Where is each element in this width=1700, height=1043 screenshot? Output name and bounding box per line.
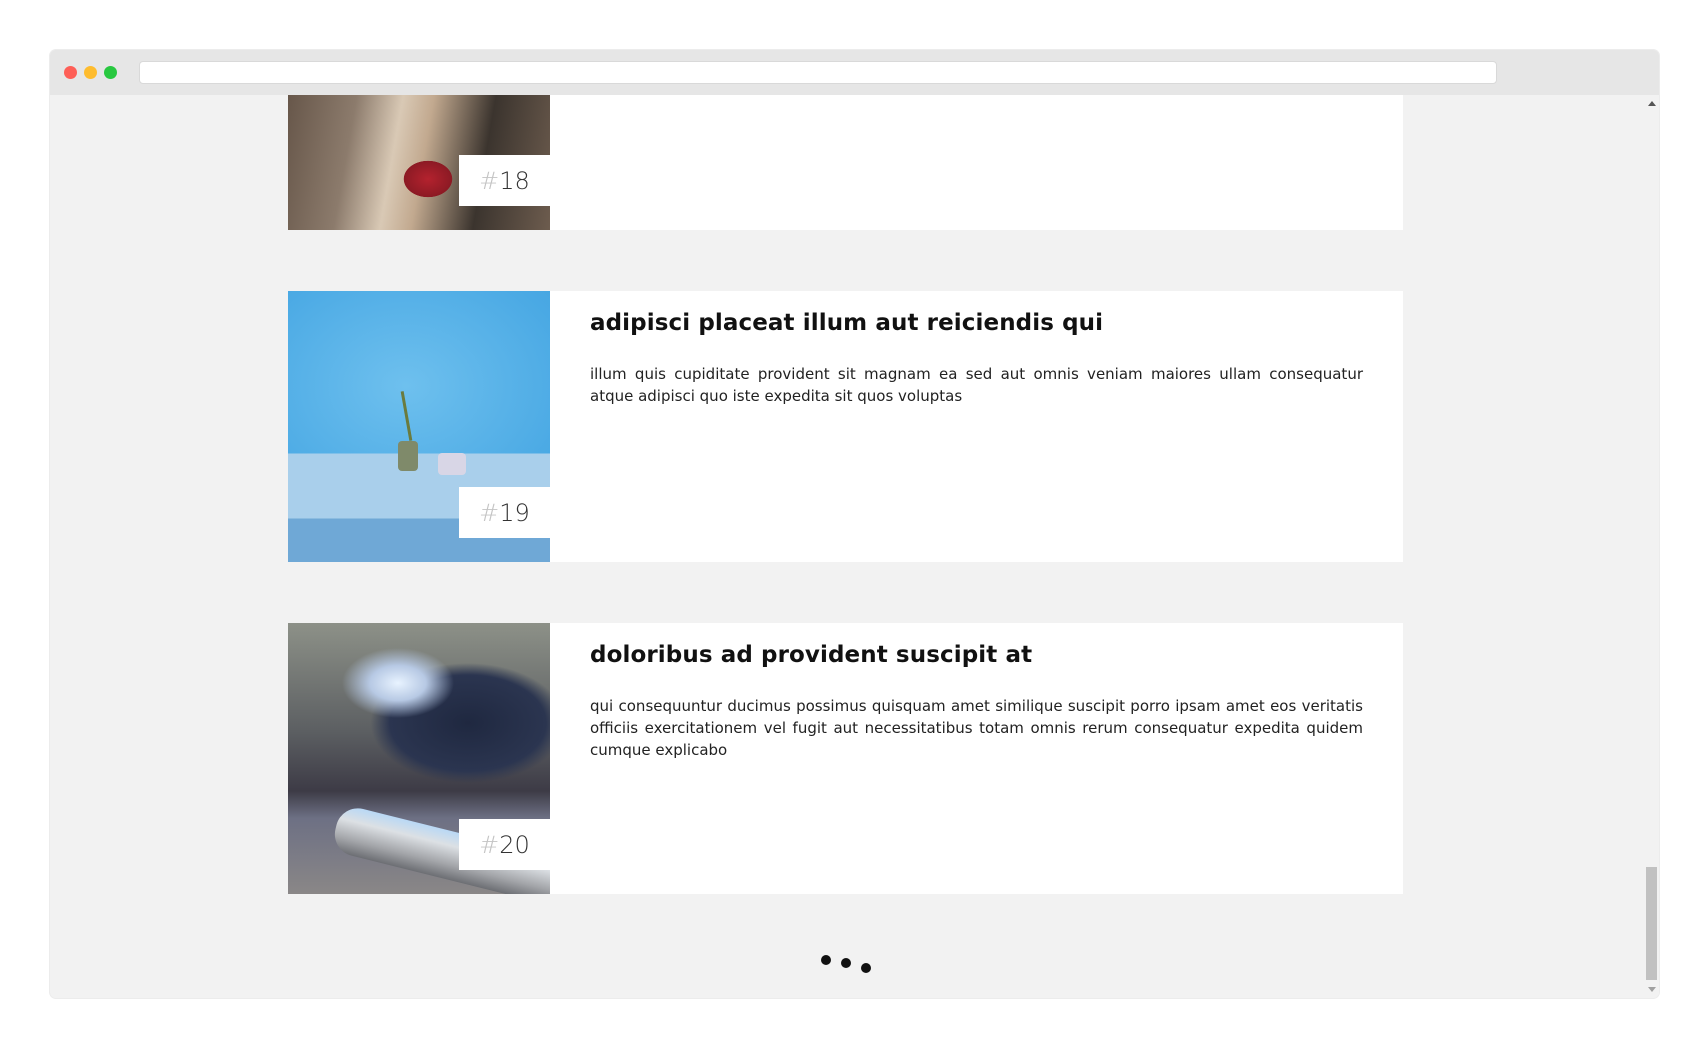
scrollbar-thumb[interactable] [1646, 867, 1657, 980]
card-image-phone: #20 [288, 623, 550, 894]
card-number: 19 [499, 498, 530, 527]
hash-symbol: # [479, 830, 500, 859]
card-title[interactable]: adipisci placeat illum aut reiciendis qu… [590, 310, 1103, 336]
card-number: 20 [499, 830, 530, 859]
hash-symbol: # [479, 498, 500, 527]
minimize-window-button[interactable] [84, 66, 97, 79]
card-text: illum quis cupiditate provident sit magn… [590, 365, 1363, 405]
card-image-plant: #19 [288, 291, 550, 562]
hash-symbol: # [479, 166, 500, 195]
card-number-badge: #18 [459, 155, 550, 206]
vertical-scrollbar[interactable] [1644, 95, 1659, 998]
candle-jar [438, 453, 466, 475]
scroll-up-icon[interactable] [1648, 101, 1656, 106]
list-item[interactable]: #18 [288, 95, 1403, 230]
loader-dot [821, 955, 831, 965]
card-title[interactable]: doloribus ad provident suscipit at [590, 642, 1032, 668]
loader-dot [861, 963, 871, 973]
close-window-button[interactable] [64, 66, 77, 79]
card-number-badge: #20 [459, 819, 550, 870]
card-image-guitar: #18 [288, 95, 550, 230]
plant-vase [398, 441, 418, 471]
loader-dot [841, 958, 851, 968]
browser-window: #18 #19 adipisci placeat illum aut reici… [50, 50, 1659, 998]
loading-dots-icon [821, 955, 881, 975]
page-viewport: #18 #19 adipisci placeat illum aut reici… [50, 95, 1644, 998]
card-text: qui consequuntur ducimus possimus quisqu… [590, 697, 1363, 759]
card-number-badge: #19 [459, 487, 550, 538]
card-number: 18 [499, 166, 530, 195]
scroll-down-icon[interactable] [1648, 987, 1656, 992]
address-bar[interactable] [139, 61, 1497, 84]
maximize-window-button[interactable] [104, 66, 117, 79]
list-item[interactable]: #19 adipisci placeat illum aut reiciendi… [288, 291, 1403, 562]
plant-stem [400, 391, 413, 441]
list-item[interactable]: #20 doloribus ad provident suscipit at q… [288, 623, 1403, 894]
browser-titlebar [50, 50, 1659, 95]
